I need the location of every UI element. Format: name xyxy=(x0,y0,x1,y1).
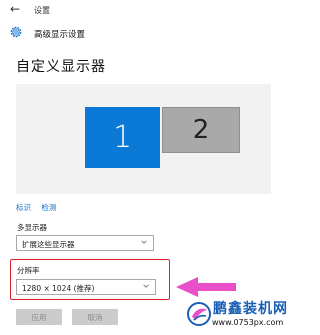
monitor-1-label: 1 xyxy=(112,120,133,155)
monitor-2[interactable]: 2 xyxy=(162,107,240,153)
header-title: 高级显示设置 xyxy=(34,30,86,40)
chevron-down-icon xyxy=(141,240,147,244)
page-header: 高级显示设置 xyxy=(0,22,290,44)
multiple-displays-dropdown[interactable]: 扩展这些显示器 xyxy=(16,235,154,251)
watermark: 鹏鑫装机网 www.0753px.com xyxy=(186,295,290,335)
watermark-url: www.0753px.com xyxy=(212,318,284,327)
monitor-2-label: 2 xyxy=(192,115,210,145)
watermark-logo-icon xyxy=(187,302,211,326)
resolution-value: 1280 × 1024 (推荐) xyxy=(22,284,95,293)
gear-icon xyxy=(10,26,22,38)
identify-link[interactable]: 标识 xyxy=(16,203,31,212)
chevron-down-icon xyxy=(143,284,149,288)
monitor-links: 标识 检测 xyxy=(16,202,64,213)
detect-link[interactable]: 检测 xyxy=(41,203,56,212)
apply-button[interactable]: 应用 xyxy=(16,309,62,325)
monitor-1[interactable]: 1 xyxy=(85,107,160,168)
multiple-displays-value: 扩展这些显示器 xyxy=(22,240,75,249)
resolution-dropdown[interactable]: 1280 × 1024 (推荐) xyxy=(16,279,156,295)
back-arrow-icon[interactable]: ← xyxy=(10,2,20,16)
cancel-button[interactable]: 取消 xyxy=(72,309,118,325)
monitor-arrangement: 1 2 xyxy=(16,84,271,194)
multiple-displays-label: 多显示器 xyxy=(17,223,47,232)
title-bar: ← 设置 xyxy=(0,0,290,20)
watermark-title: 鹏鑫装机网 xyxy=(213,301,288,317)
resolution-label: 分辨率 xyxy=(17,266,40,275)
page-title: 自定义显示器 xyxy=(16,59,106,75)
app-title: 设置 xyxy=(34,6,50,15)
